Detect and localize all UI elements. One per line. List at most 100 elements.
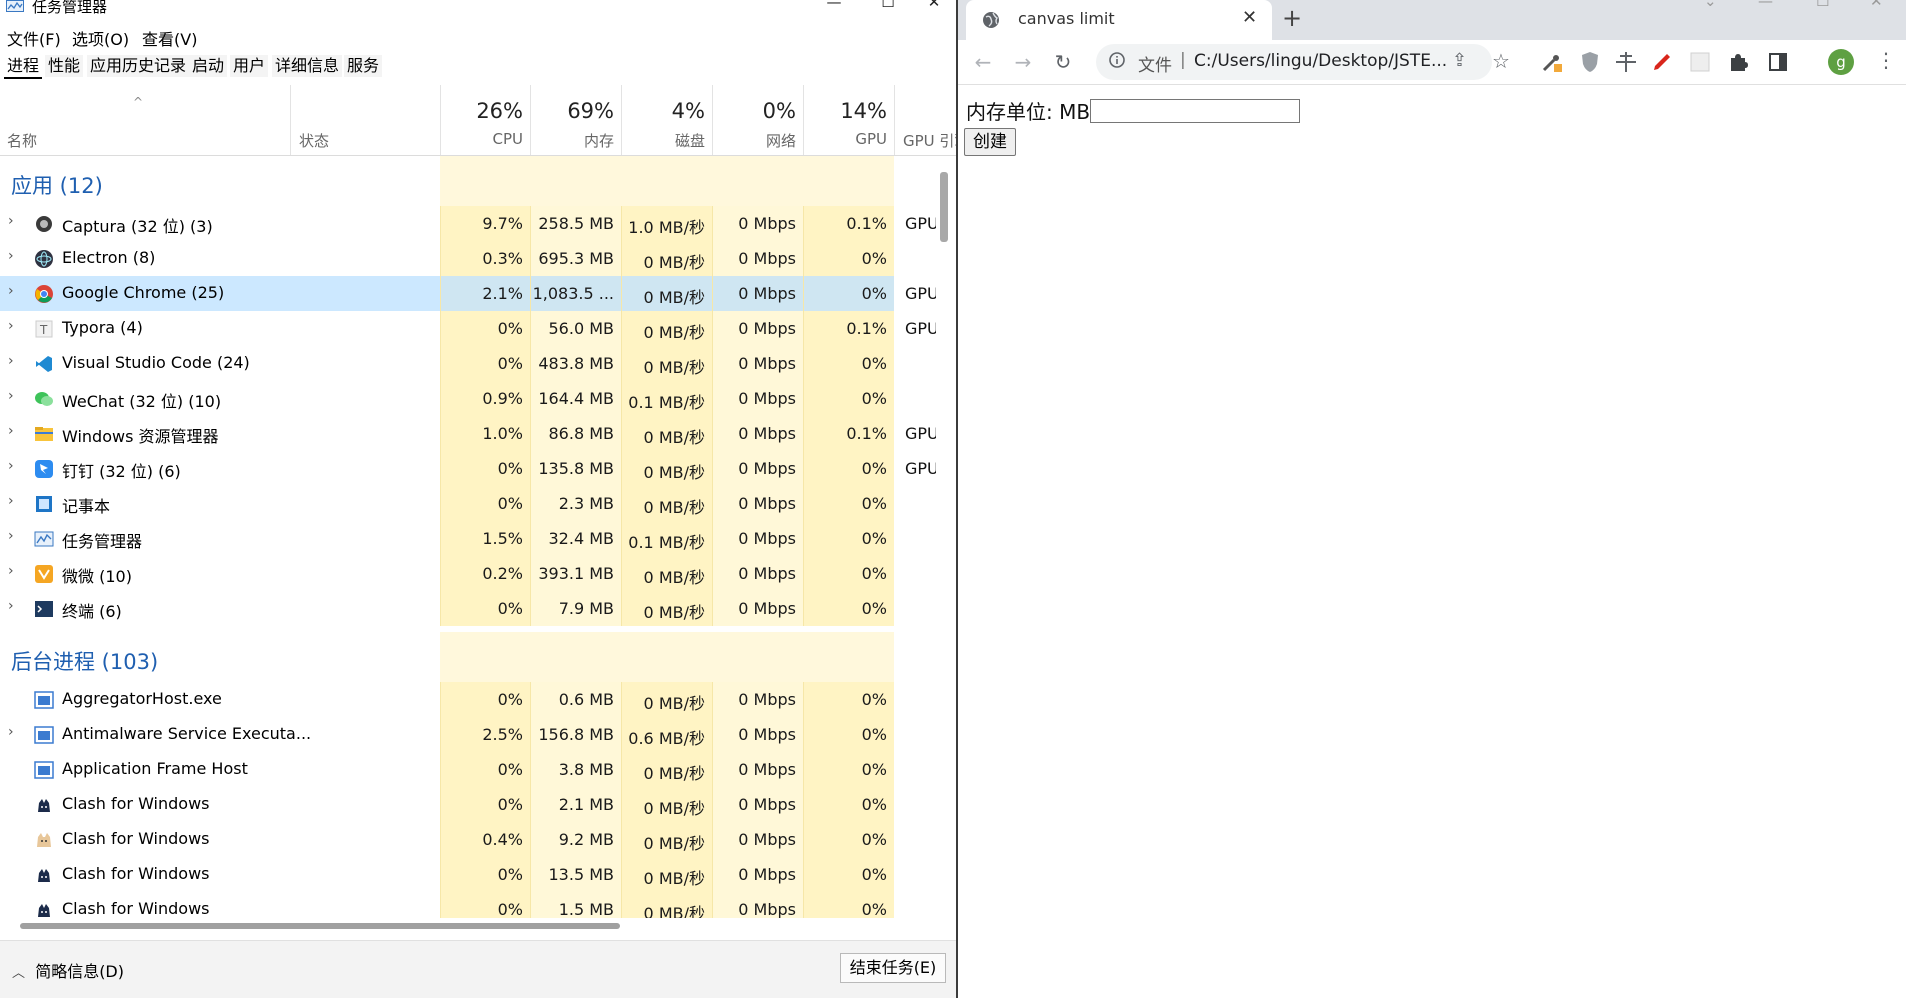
- browser-tab[interactable]: canvas limit ✕: [966, 0, 1272, 40]
- process-row[interactable]: AggregatorHost.exe 0% 0.6 MB 0 MB/秒 0 Mbps 0%: [0, 682, 936, 717]
- create-button[interactable]: 创建: [964, 128, 1016, 156]
- net-cell: 0 Mbps: [712, 591, 803, 626]
- process-row[interactable]: › Google Chrome (25) 2.1% 1,083.5 ... 0 MB/秒…: [0, 276, 936, 311]
- column-name[interactable]: 名称: [7, 130, 37, 151]
- maximize-icon[interactable]: ☐: [1816, 0, 1829, 10]
- expand-chevron-icon[interactable]: ›: [8, 458, 14, 474]
- expand-chevron-icon[interactable]: ›: [8, 493, 14, 509]
- expand-chevron-icon[interactable]: ›: [8, 213, 14, 229]
- process-row[interactable]: › Windows 资源管理器 1.0% 86.8 MB 0 MB/秒 0 Mbps 0.1…: [0, 416, 936, 451]
- tab-app-history[interactable]: 应用历史记录: [87, 55, 190, 77]
- back-icon[interactable]: ←: [970, 49, 996, 75]
- net-cell: 0 Mbps: [712, 346, 803, 381]
- menu-options[interactable]: 选项(O): [72, 26, 129, 50]
- process-name: Clash for Windows: [62, 899, 210, 918]
- fewer-details-button[interactable]: ︿ 简略信息(D): [12, 958, 124, 982]
- column-network[interactable]: 0% 网络: [712, 85, 804, 155]
- side-panel-icon[interactable]: [1766, 50, 1790, 74]
- dingtalk-icon: [35, 460, 53, 478]
- process-row[interactable]: › 微微 (10) 0.2% 393.1 MB 0 MB/秒 0 Mbps 0%: [0, 556, 936, 591]
- expand-chevron-icon[interactable]: ›: [8, 598, 14, 614]
- process-row[interactable]: › 终端 (6) 0% 7.9 MB 0 MB/秒 0 Mbps 0%: [0, 591, 936, 626]
- puzzle-extensions-icon[interactable]: [1726, 50, 1750, 74]
- expand-chevron-icon[interactable]: ›: [8, 423, 14, 439]
- process-row[interactable]: › Captura (32 位) (3) 9.7% 258.5 MB 1.0 MB/秒 0…: [0, 206, 936, 241]
- expand-chevron-icon[interactable]: ›: [8, 528, 14, 544]
- bookmark-star-icon[interactable]: ☆: [1492, 49, 1510, 73]
- end-task-button[interactable]: 结束任务(E): [840, 953, 946, 983]
- column-status-header[interactable]: 状态: [290, 85, 441, 155]
- expand-chevron-icon[interactable]: ›: [8, 388, 14, 404]
- disk-cell: 0.1 MB/秒: [621, 381, 712, 416]
- cpu-cell: 1.5%: [440, 521, 530, 556]
- column-disk[interactable]: 4% 磁盘: [621, 85, 713, 155]
- process-row[interactable]: › Antimalware Service Executa... 2.5% 156.8…: [0, 717, 936, 752]
- column-gpu[interactable]: 14% GPU: [803, 85, 895, 155]
- blank-extension-icon[interactable]: [1688, 50, 1712, 74]
- column-memory[interactable]: 69% 内存: [530, 85, 622, 155]
- profile-avatar[interactable]: g: [1828, 49, 1854, 75]
- disk-cell: 0 MB/秒: [621, 451, 712, 486]
- process-row[interactable]: Clash for Windows 0.4% 9.2 MB 0 MB/秒 0 Mbps 0…: [0, 822, 936, 857]
- expand-chevron-icon[interactable]: ›: [8, 248, 14, 264]
- process-row[interactable]: › T Typora (4) 0% 56.0 MB 0 MB/秒 0 Mbps 0.1% GPU: [0, 311, 936, 346]
- close-window-icon[interactable]: ✕: [1870, 0, 1883, 10]
- tab-details[interactable]: 详细信息: [272, 55, 343, 77]
- eyedropper-extension-icon[interactable]: [1540, 50, 1564, 74]
- reload-icon[interactable]: ↻: [1050, 49, 1076, 75]
- expand-chevron-icon[interactable]: ›: [8, 353, 14, 369]
- disk-cell: 0 MB/秒: [621, 276, 712, 311]
- gpu-cell: 0%: [803, 451, 894, 486]
- tab-search-icon[interactable]: ⌄: [1704, 0, 1717, 10]
- net-cell: 0 Mbps: [712, 521, 803, 556]
- process-row[interactable]: Clash for Windows 0% 2.1 MB 0 MB/秒 0 Mbps 0%: [0, 787, 936, 822]
- more-menu-icon[interactable]: ⋮: [1876, 48, 1896, 72]
- new-tab-icon[interactable]: +: [1282, 4, 1302, 32]
- process-row[interactable]: Application Frame Host 0% 3.8 MB 0 MB/秒 0 Mb…: [0, 752, 936, 787]
- move-extension-icon[interactable]: [1614, 50, 1638, 74]
- tab-users[interactable]: 用户: [230, 55, 269, 77]
- process-row[interactable]: Clash for Windows 0% 13.5 MB 0 MB/秒 0 Mbps 0%: [0, 857, 936, 892]
- process-row[interactable]: › Electron (8) 0.3% 695.3 MB 0 MB/秒 0 Mbps 0%: [0, 241, 936, 276]
- forward-icon[interactable]: →: [1010, 49, 1036, 75]
- process-row[interactable]: › WeChat (32 位) (10) 0.9% 164.4 MB 0.1 MB/秒 0…: [0, 381, 936, 416]
- expand-chevron-icon[interactable]: ›: [8, 283, 14, 299]
- expand-chevron-icon[interactable]: ›: [8, 318, 14, 334]
- mem-cell: 86.8 MB: [530, 416, 621, 451]
- process-row[interactable]: › 钉钉 (32 位) (6) 0% 135.8 MB 0 MB/秒 0 Mbps 0% GP…: [0, 451, 936, 486]
- minimize-button[interactable]: —: [806, 0, 862, 14]
- gpu-cell: 0%: [803, 857, 894, 892]
- tab-processes[interactable]: 进程: [4, 55, 43, 79]
- close-tab-icon[interactable]: ✕: [1242, 7, 1257, 28]
- pen-extension-icon[interactable]: [1650, 50, 1674, 74]
- shield-extension-icon[interactable]: [1578, 50, 1602, 74]
- disk-cell: 0.6 MB/秒: [621, 717, 712, 752]
- menu-view[interactable]: 查看(V): [142, 26, 197, 50]
- horizontal-scrollbar[interactable]: [20, 923, 620, 929]
- process-name: WeChat (32 位) (10): [62, 392, 222, 411]
- tab-services[interactable]: 服务: [344, 55, 383, 77]
- process-row[interactable]: › 任务管理器 1.5% 32.4 MB 0.1 MB/秒 0 Mbps 0%: [0, 521, 936, 556]
- expand-chevron-icon[interactable]: ›: [8, 724, 14, 740]
- disk-total: 4%: [671, 99, 705, 123]
- gpu-cell: 0%: [803, 556, 894, 591]
- share-icon[interactable]: ⇪: [1452, 50, 1467, 71]
- page-content: 内存单位: MB 创建: [958, 85, 1906, 998]
- gpu-cell: 0%: [803, 346, 894, 381]
- expand-chevron-icon[interactable]: ›: [8, 563, 14, 579]
- process-row[interactable]: › 记事本 0% 2.3 MB 0 MB/秒 0 Mbps 0%: [0, 486, 936, 521]
- minimize-icon[interactable]: —: [1758, 0, 1773, 10]
- network-total: 0%: [762, 99, 796, 123]
- menu-file[interactable]: 文件(F): [7, 26, 61, 50]
- address-bar[interactable]: 文件 | C:/Users/lingu/Desktop/JSTE... ⇪ ☆: [1096, 44, 1510, 80]
- process-row[interactable]: Clash for Windows 0% 1.5 MB 0 MB/秒 0 Mbps 0%: [0, 892, 936, 918]
- column-gpu-engine[interactable]: GPU 引擎: [894, 85, 956, 155]
- globe-icon: [983, 12, 999, 28]
- memory-input[interactable]: [1090, 99, 1300, 123]
- close-button[interactable]: ✕: [906, 0, 956, 14]
- process-row[interactable]: › Visual Studio Code (24) 0% 483.8 MB 0 MB/秒…: [0, 346, 936, 381]
- tab-startup[interactable]: 启动: [189, 55, 228, 77]
- vertical-scrollbar[interactable]: [940, 172, 948, 242]
- tab-performance[interactable]: 性能: [45, 55, 84, 77]
- column-cpu[interactable]: 26% CPU: [440, 85, 531, 155]
